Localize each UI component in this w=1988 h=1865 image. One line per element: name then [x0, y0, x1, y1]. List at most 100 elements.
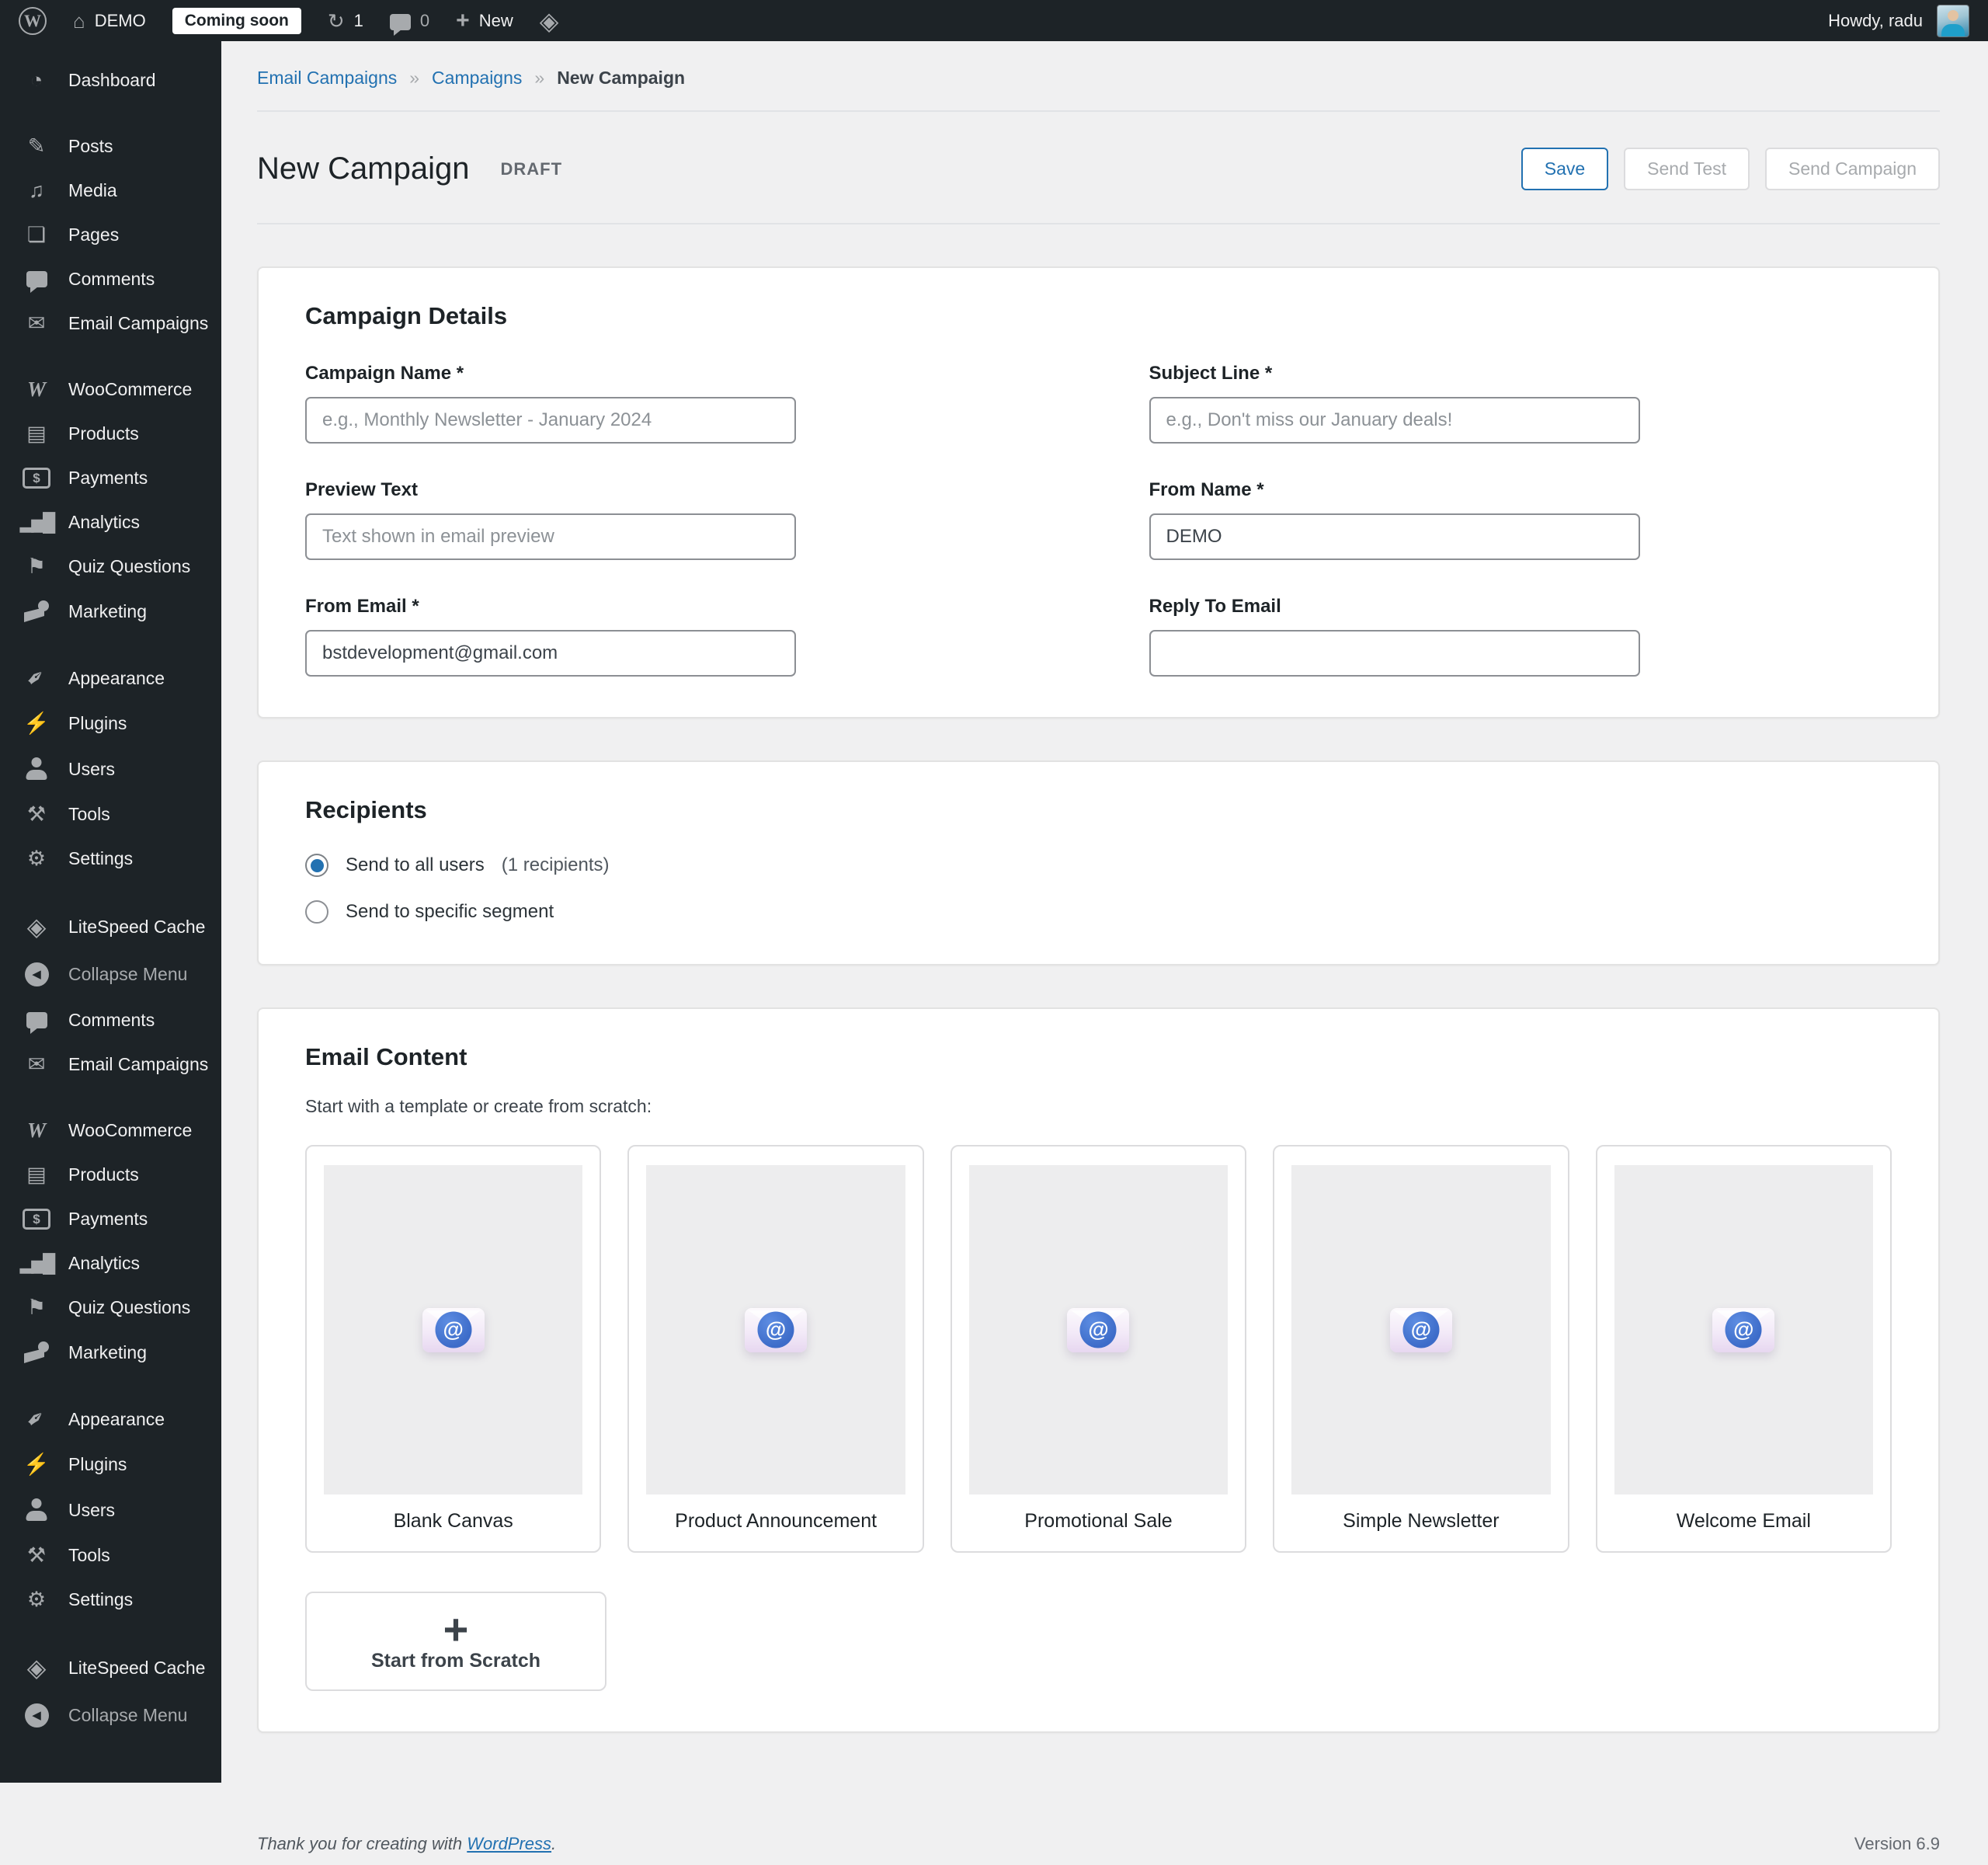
template-card-product-announcement[interactable]: @ Product Announcement — [627, 1145, 924, 1553]
sidebar-item-plugins[interactable]: ⚡ Plugins — [0, 1442, 221, 1487]
template-preview: @ — [646, 1165, 905, 1494]
coming-soon-badge: Coming soon — [172, 7, 301, 34]
analytics-icon: ▂▅█ — [19, 1253, 56, 1273]
wordpress-link[interactable]: WordPress — [467, 1834, 551, 1853]
sidebar-item-woocommerce[interactable]: W WooCommerce — [0, 367, 221, 412]
sidebar-item-quiz-questions[interactable]: ⚑ Quiz Questions — [0, 545, 221, 589]
sidebar-item-litespeed-cache[interactable]: ◈ LiteSpeed Cache — [0, 903, 221, 951]
page-title: New Campaign — [257, 151, 470, 186]
preview-text-field-group: Preview Text — [305, 479, 1048, 560]
media-icon: ♫ — [28, 179, 45, 202]
sidebar-item-settings[interactable]: ⚙ Settings — [0, 837, 221, 881]
sidebar-item-users[interactable]: Users — [0, 1487, 221, 1533]
update-icon: ↻ — [327, 9, 345, 33]
template-card-promotional-sale[interactable]: @ Promotional Sale — [950, 1145, 1247, 1553]
send-test-button[interactable]: Send Test — [1624, 148, 1750, 190]
breadcrumb-link-email-campaigns[interactable]: Email Campaigns — [257, 68, 397, 89]
sidebar-item-payments[interactable]: $ Payments — [0, 1197, 221, 1241]
sidebar-item-dashboard[interactable]: ◔ Dashboard — [0, 58, 221, 103]
comment-count: 0 — [419, 10, 430, 30]
sidebar-item-plugins[interactable]: ⚡ Plugins — [0, 701, 221, 746]
sidebar-item-comments[interactable]: Comments — [0, 257, 221, 301]
sidebar-item-marketing[interactable]: Marketing — [0, 589, 221, 634]
sidebar-item-collapse-menu[interactable]: ◀ Collapse Menu — [0, 1692, 221, 1739]
template-card-simple-newsletter[interactable]: @ Simple Newsletter — [1273, 1145, 1569, 1553]
site-menu[interactable]: ⌂ DEMO — [73, 11, 146, 31]
litespeed-diamond-icon: ◈ — [539, 6, 559, 35]
at-icon: @ — [435, 1311, 472, 1348]
litespeed-menu[interactable]: ◈ — [540, 9, 559, 33]
campaign-name-input[interactable] — [305, 397, 796, 444]
sidebar-item-products[interactable]: ▤ Products — [0, 1153, 221, 1197]
plugins-icon: ⚡ — [23, 712, 50, 735]
quiz-questions-icon: ⚑ — [26, 1296, 47, 1319]
start-from-scratch-card[interactable]: + Start from Scratch — [305, 1592, 606, 1691]
updates-indicator[interactable]: ↻ 1 — [328, 11, 363, 31]
sidebar-item-payments[interactable]: $ Payments — [0, 456, 221, 500]
send-to-all-users-radio[interactable] — [305, 854, 328, 877]
template-cards: @ Blank Canvas @ Product Announcement @ … — [305, 1145, 1892, 1553]
sidebar-item-comments[interactable]: Comments — [0, 998, 221, 1042]
sidebar-item-woocommerce[interactable]: W WooCommerce — [0, 1108, 221, 1153]
appearance-icon: ✒ — [20, 663, 52, 694]
send-to-segment-option[interactable]: Send to specific segment — [305, 900, 1892, 924]
campaign-details-form: Campaign Name * Subject Line * Preview T… — [305, 363, 1892, 677]
sidebar-item-tools[interactable]: ⚒ Tools — [0, 792, 221, 837]
sidebar-item-quiz-questions[interactable]: ⚑ Quiz Questions — [0, 1286, 221, 1330]
sidebar-item-products[interactable]: ▤ Products — [0, 412, 221, 456]
template-card-blank-canvas[interactable]: @ Blank Canvas — [305, 1145, 602, 1553]
send-to-segment-label: Send to specific segment — [346, 901, 554, 922]
sidebar-item-analytics[interactable]: ▂▅█ Analytics — [0, 1241, 221, 1286]
sidebar-item-appearance[interactable]: ✒ Appearance — [0, 1397, 221, 1442]
woocommerce-icon: W — [26, 1119, 46, 1142]
from-name-field-group: From Name * — [1149, 479, 1892, 560]
sidebar-item-email-campaigns[interactable]: ✉ Email Campaigns — [0, 1042, 221, 1087]
at-icon: @ — [757, 1311, 794, 1348]
sidebar-item-email-campaigns[interactable]: ✉ Email Campaigns — [0, 301, 221, 346]
from-name-input[interactable] — [1149, 513, 1640, 560]
reply-to-email-input[interactable] — [1149, 630, 1640, 677]
account-menu[interactable]: Howdy, radu — [1828, 4, 1969, 37]
sidebar-item-appearance[interactable]: ✒ Appearance — [0, 656, 221, 701]
wordpress-logo-icon[interactable]: W — [19, 6, 47, 35]
quiz-questions-icon: ⚑ — [26, 555, 47, 578]
send-campaign-button[interactable]: Send Campaign — [1765, 148, 1940, 190]
send-to-all-users-option[interactable]: Send to all users (1 recipients) — [305, 854, 1892, 877]
preview-text-input[interactable] — [305, 513, 796, 560]
sidebar-item-analytics[interactable]: ▂▅█ Analytics — [0, 500, 221, 545]
template-preview: @ — [1614, 1165, 1873, 1494]
from-email-input[interactable] — [305, 630, 796, 677]
comments-indicator[interactable]: 0 — [389, 10, 430, 36]
breadcrumb-separator: » — [534, 68, 545, 88]
at-icon: @ — [1725, 1311, 1762, 1348]
update-count: 1 — [353, 10, 363, 30]
subject-line-input[interactable] — [1149, 397, 1640, 444]
sidebar-item-settings[interactable]: ⚙ Settings — [0, 1578, 221, 1622]
sidebar-item-media[interactable]: ♫ Media — [0, 169, 221, 213]
sidebar-item-litespeed-cache[interactable]: ◈ LiteSpeed Cache — [0, 1644, 221, 1692]
site-name: DEMO — [94, 10, 146, 30]
sidebar-item-pages[interactable]: ❏ Pages — [0, 213, 221, 257]
campaign-details-heading: Campaign Details — [305, 302, 508, 329]
sidebar-item-users[interactable]: Users — [0, 746, 221, 792]
email-envelope-icon: @ — [745, 1307, 808, 1352]
send-to-segment-radio[interactable] — [305, 900, 328, 924]
save-button[interactable]: Save — [1521, 148, 1609, 190]
footer-thanks-suffix: . — [551, 1834, 557, 1853]
products-icon: ▤ — [26, 1163, 47, 1186]
sidebar-item-collapse-menu[interactable]: ◀ Collapse Menu — [0, 951, 221, 998]
sidebar-item-marketing[interactable]: Marketing — [0, 1330, 221, 1375]
template-card-welcome-email[interactable]: @ Welcome Email — [1595, 1145, 1892, 1553]
sidebar-item-posts[interactable]: ✎ Posts — [0, 124, 221, 169]
email-content-panel: Email Content Start with a template or c… — [257, 1007, 1940, 1733]
start-from-scratch-label: Start from Scratch — [370, 1649, 541, 1672]
at-icon: @ — [1402, 1311, 1440, 1348]
breadcrumb-link-campaigns[interactable]: Campaigns — [432, 68, 522, 89]
breadcrumb: Email Campaigns » Campaigns » New Campai… — [257, 41, 1940, 112]
new-menu[interactable]: + New — [456, 9, 513, 33]
send-to-all-users-label: Send to all users — [346, 854, 485, 875]
sidebar-item-tools[interactable]: ⚒ Tools — [0, 1533, 221, 1578]
admin-bar: W ⌂ DEMO Coming soon ↻ 1 0 + New ◈ Howdy… — [0, 0, 1988, 41]
comment-bubble-icon — [389, 14, 411, 36]
from-name-label: From Name * — [1149, 479, 1264, 500]
